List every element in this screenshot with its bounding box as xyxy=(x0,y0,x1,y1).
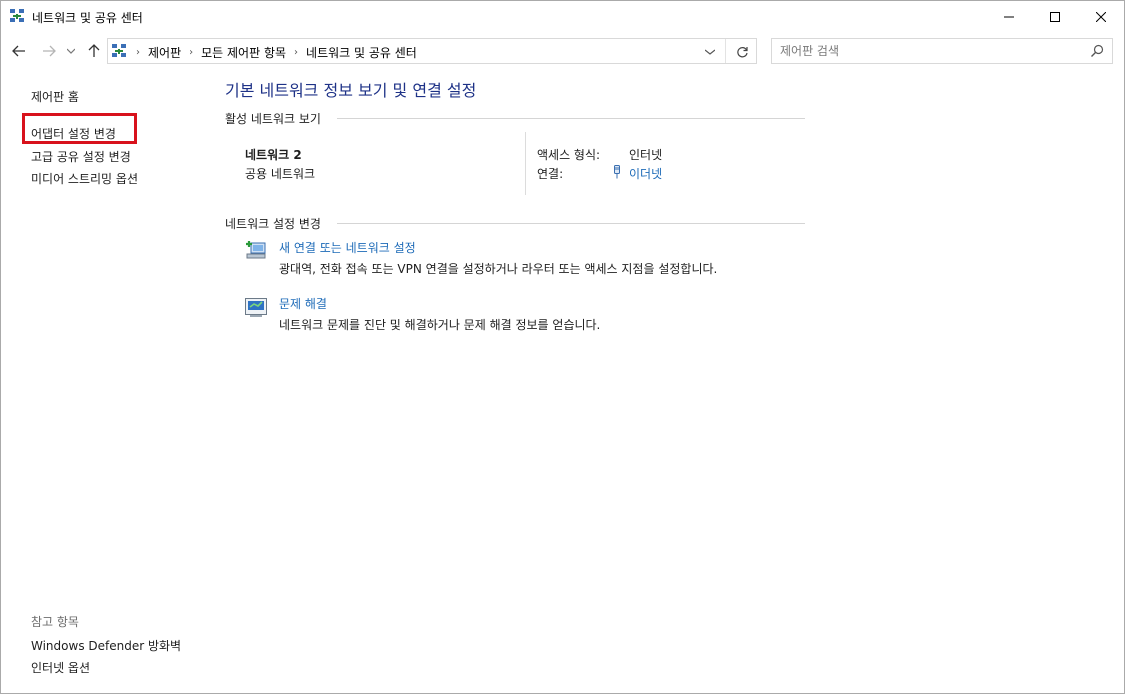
network-center-icon xyxy=(10,9,24,22)
maximize-icon xyxy=(1050,11,1060,22)
close-button[interactable] xyxy=(1078,1,1124,32)
search-box[interactable] xyxy=(771,38,1113,64)
window: 네트워크 및 공유 센터 › 제어판 › 모든 제어판 항목 › 네트워크 및 … xyxy=(0,0,1125,694)
minimize-icon xyxy=(1004,16,1014,17)
chevron-down-icon xyxy=(67,48,75,54)
see-also-link-firewall[interactable]: Windows Defender 방화벽 xyxy=(31,637,181,654)
breadcrumb-control-panel[interactable]: 제어판 xyxy=(142,44,187,61)
chevron-right-icon[interactable]: › xyxy=(292,47,300,58)
recent-locations-button[interactable] xyxy=(65,42,77,60)
arrow-right-icon xyxy=(43,45,56,57)
maximize-button[interactable] xyxy=(1032,1,1078,32)
chevron-down-icon xyxy=(705,49,715,55)
search-icon[interactable] xyxy=(1090,44,1104,58)
task-new-connection-description: 광대역, 전화 접속 또는 VPN 연결을 설정하거나 라우터 또는 액세스 지… xyxy=(279,262,718,276)
troubleshoot-icon xyxy=(245,298,267,317)
ethernet-connection-link[interactable]: 이더넷 xyxy=(629,165,662,182)
new-connection-icon xyxy=(246,241,266,259)
change-settings-title: 네트워크 설정 변경 xyxy=(225,217,321,231)
sidebar-link-control-panel-home[interactable]: 제어판 홈 xyxy=(31,88,79,105)
breadcrumb: › 제어판 › 모든 제어판 항목 › 네트워크 및 공유 센터 xyxy=(134,44,423,61)
active-networks-title: 활성 네트워크 보기 xyxy=(225,112,321,126)
network-center-icon xyxy=(112,44,126,57)
task-troubleshoot-description: 네트워크 문제를 진단 및 해결하거나 문제 해결 정보를 얻습니다. xyxy=(279,318,601,332)
ethernet-icon xyxy=(614,165,620,179)
access-type-label: 액세스 형식: xyxy=(537,148,601,162)
sidebar-link-media-streaming[interactable]: 미디어 스트리밍 옵션 xyxy=(31,170,138,187)
sidebar-link-change-adapter-settings[interactable]: 어댑터 설정 변경 xyxy=(31,125,116,142)
search-input[interactable] xyxy=(780,43,1080,59)
network-name: 네트워크 2 xyxy=(245,148,302,162)
forward-button[interactable] xyxy=(40,42,58,60)
window-title: 네트워크 및 공유 센터 xyxy=(32,11,143,25)
address-bar[interactable]: › 제어판 › 모든 제어판 항목 › 네트워크 및 공유 센터 xyxy=(107,38,757,64)
arrow-left-icon xyxy=(12,45,25,57)
close-icon xyxy=(1096,11,1106,22)
task-troubleshoot-link[interactable]: 문제 해결 xyxy=(279,295,327,312)
see-also-title: 참고 항목 xyxy=(31,615,79,629)
chevron-right-icon[interactable]: › xyxy=(134,47,142,58)
connections-label: 연결: xyxy=(537,167,564,181)
refresh-button[interactable] xyxy=(733,43,751,61)
divider xyxy=(525,132,526,195)
task-new-connection-link[interactable]: 새 연결 또는 네트워크 설정 xyxy=(279,239,416,256)
back-button[interactable] xyxy=(10,42,28,60)
minimize-button[interactable] xyxy=(986,1,1032,32)
page-title: 기본 네트워크 정보 보기 및 연결 설정 xyxy=(225,81,477,100)
see-also-link-internet-options[interactable]: 인터넷 옵션 xyxy=(31,659,90,676)
arrow-up-icon xyxy=(88,44,100,57)
access-type-value: 인터넷 xyxy=(629,148,663,162)
divider xyxy=(725,39,726,63)
divider xyxy=(337,223,805,224)
breadcrumb-all-items[interactable]: 모든 제어판 항목 xyxy=(195,44,292,61)
divider xyxy=(337,118,805,119)
address-dropdown-button[interactable] xyxy=(702,44,718,60)
up-button[interactable] xyxy=(85,42,103,60)
sidebar-link-advanced-sharing[interactable]: 고급 공유 설정 변경 xyxy=(31,148,131,165)
title-bar: 네트워크 및 공유 센터 xyxy=(1,1,1124,32)
breadcrumb-network-center[interactable]: 네트워크 및 공유 센터 xyxy=(300,44,423,61)
refresh-icon xyxy=(736,46,748,57)
chevron-right-icon[interactable]: › xyxy=(187,47,195,58)
network-category-link[interactable]: 공용 네트워크 xyxy=(245,165,315,182)
